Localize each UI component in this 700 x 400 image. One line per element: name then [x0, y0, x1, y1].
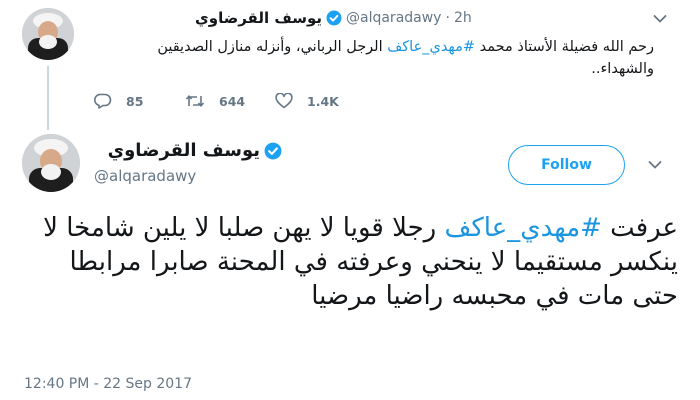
reply-icon: [94, 93, 112, 109]
reply-count: 85: [126, 93, 144, 109]
reply-button[interactable]: 85: [94, 93, 143, 109]
verified-badge-icon: [326, 10, 342, 26]
follow-button[interactable]: Follow: [508, 145, 625, 185]
chevron-down-icon[interactable]: [653, 14, 667, 24]
hashtag-link[interactable]: #مهدي_عاكف: [387, 39, 475, 55]
thread-connector: [47, 66, 49, 130]
avatar[interactable]: [22, 134, 80, 192]
tweet-text: رحم الله فضيلة الأستاذ محمد #مهدي_عاكف ا…: [94, 36, 654, 80]
retweet-icon: [185, 93, 205, 109]
heart-icon: [275, 93, 293, 109]
tweet-text-before: رحم الله فضيلة الأستاذ محمد: [475, 39, 654, 55]
separator: ·: [445, 10, 450, 26]
retweet-count: 644: [219, 93, 246, 109]
verified-badge-icon: [264, 142, 282, 160]
like-count: 1.4K: [307, 93, 339, 109]
author-handle[interactable]: @alqaradawy: [346, 10, 441, 26]
time-ago[interactable]: 2h: [454, 10, 472, 26]
author-handle[interactable]: @alqaradawy: [94, 167, 196, 185]
author-name[interactable]: يوسف القرضاوي: [195, 9, 322, 27]
tweet-timestamp[interactable]: 12:40 PM - 22 Sep 2017: [24, 376, 192, 392]
author-name[interactable]: يوسف القرضاوي: [108, 140, 260, 161]
avatar[interactable]: [22, 8, 74, 60]
tweet-text-before: عرفت: [601, 213, 678, 243]
chevron-down-icon[interactable]: [648, 160, 662, 170]
tweet-text: عرفت #مهدي_عاكف رجلا قويا لا يهن صلبا لا…: [24, 211, 678, 313]
hashtag-link[interactable]: #مهدي_عاكف: [444, 213, 601, 243]
like-button[interactable]: 1.4K: [275, 93, 339, 109]
retweet-button[interactable]: 644: [185, 93, 245, 109]
